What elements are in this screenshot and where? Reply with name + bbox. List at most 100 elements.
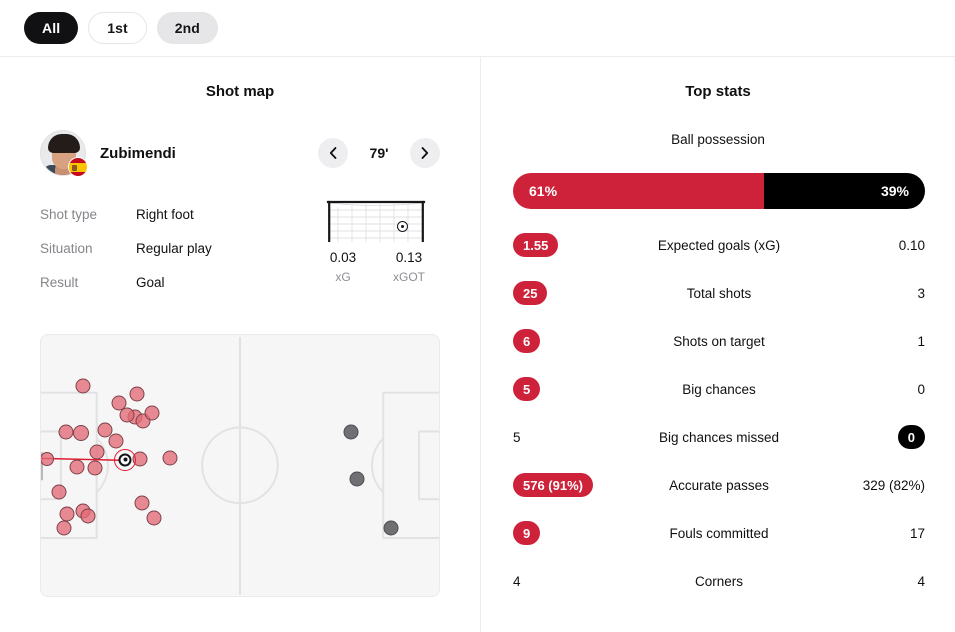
stat-value-right: 0 (815, 425, 925, 449)
shot-dot-home[interactable] (59, 506, 75, 522)
shot-dot-home[interactable] (87, 460, 103, 476)
goal-frame (326, 199, 426, 242)
stat-name: Big chances missed (658, 429, 780, 445)
shot-dot-home[interactable] (51, 484, 67, 500)
stat-row: 25 Total shots 3 (513, 269, 925, 317)
shot-dot-home[interactable] (41, 451, 54, 466)
xgot-label: xGOT (393, 270, 425, 284)
stat-row: 5 Big chances 0 (513, 365, 925, 413)
shot-dot-home[interactable] (129, 386, 145, 402)
stat-value-right: 1 (815, 334, 925, 349)
shot-dot-home[interactable] (56, 520, 72, 536)
tab-2nd-label: 2nd (174, 20, 200, 36)
stat-value-right: 3 (815, 286, 925, 301)
stat-name: Big chances (682, 381, 756, 397)
shot-dot-away[interactable] (383, 520, 399, 536)
shot-dot-home[interactable] (75, 378, 91, 394)
shot-dot-home[interactable] (72, 424, 89, 441)
shot-dot-home[interactable] (58, 424, 74, 440)
stats-list: 1.55 Expected goals (xG) 0.10 25 Total shots… (513, 221, 925, 605)
xg-values: 0.03 xG 0.13 xGOT (312, 242, 440, 284)
stat-plain-value: 0.10 (898, 237, 925, 253)
stat-value-left: 576 (91%) (513, 473, 623, 497)
stat-value-right: 0 (815, 382, 925, 397)
stat-plain-value: 1 (917, 333, 925, 349)
stat-plain-value: 0 (917, 381, 925, 397)
player-name: Zubimendi (100, 144, 176, 162)
goal-net-icon (326, 200, 426, 242)
xg-label: xG (335, 270, 351, 284)
possession-bar: 61% 39% (513, 173, 925, 209)
match-stats-page: All 1st 2nd Shot map Zubimendi 79' Shot … (0, 0, 955, 632)
detail-row-shot-type: Shot type Right foot (40, 197, 290, 231)
xgot-value: 0.13 (395, 250, 423, 265)
stat-badge: 5 (513, 377, 541, 401)
stat-badge: 9 (513, 521, 541, 545)
xgot-column: 0.13 xGOT (382, 250, 436, 284)
stat-row: 576 (91%) Accurate passes 329 (82%) (513, 461, 925, 509)
detail-label: Result (40, 274, 79, 290)
tab-2nd[interactable]: 2nd (156, 12, 218, 44)
stat-badge: 25 (513, 281, 548, 305)
stat-value-left: 4 (513, 574, 623, 589)
stat-name: Corners (694, 573, 743, 589)
shot-dot-home[interactable] (69, 459, 85, 475)
detail-row-result: Result Goal (40, 265, 290, 299)
stat-value-right: 0.10 (815, 238, 925, 253)
shot-detail: Shot type Right foot Situation Regular p… (40, 197, 440, 307)
stat-value-left: 6 (513, 329, 623, 353)
tab-1st[interactable]: 1st (88, 12, 147, 44)
shot-placement-icon (397, 221, 408, 232)
detail-value: Right foot (136, 206, 194, 222)
avatar[interactable] (40, 130, 88, 177)
shot-map-pitch[interactable] (40, 334, 440, 597)
tab-all[interactable]: All (24, 12, 79, 44)
shot-dot-home[interactable] (144, 405, 160, 421)
top-stats-title: Top stats (685, 83, 751, 100)
stat-value-left: 9 (513, 521, 623, 545)
stat-value-left: 5 (513, 430, 623, 445)
stat-plain-value: 4 (513, 573, 521, 589)
shot-dot-home[interactable] (89, 444, 105, 460)
shot-dot-home[interactable] (134, 495, 150, 511)
stat-row: 9 Fouls committed 17 (513, 509, 925, 557)
shot-dot-home[interactable] (108, 433, 124, 449)
xg-value: 0.03 (329, 250, 357, 265)
shot-dot-away[interactable] (343, 424, 359, 440)
stat-value-right: 4 (815, 574, 925, 589)
shot-detail-list: Shot type Right foot Situation Regular p… (40, 197, 290, 299)
detail-value: Regular play (136, 240, 212, 256)
stat-plain-value: 17 (909, 525, 925, 541)
possession-home-value: 61% (529, 183, 558, 199)
goal-frame-diagram: 0.03 xG 0.13 xGOT (312, 199, 440, 284)
detail-label: Shot type (40, 206, 98, 222)
chevron-right-icon[interactable] (410, 138, 440, 168)
stat-name: Fouls committed (669, 525, 769, 541)
stat-plain-value: 3 (917, 285, 925, 301)
stat-badge: 0 (897, 425, 925, 449)
shot-dot-home[interactable] (146, 510, 162, 526)
chevron-left-icon[interactable] (318, 138, 348, 168)
stat-value-right: 17 (815, 526, 925, 541)
selected-shot-marker[interactable] (114, 448, 137, 471)
shot-dot-home[interactable] (162, 450, 178, 466)
minute-navigation: 79' (318, 138, 440, 168)
detail-value: Goal (136, 274, 165, 290)
stat-value-right: 329 (82%) (815, 478, 925, 493)
player-row: Zubimendi 79' (0, 125, 480, 181)
xg-column: 0.03 xG (316, 250, 370, 284)
stat-row: 5 Big chances missed 0 (513, 413, 925, 461)
stat-row: 6 Shots on target 1 (513, 317, 925, 365)
shot-map-title: Shot map (205, 83, 275, 100)
spain-flag-icon (68, 157, 88, 177)
shot-map-panel: Shot map Zubimendi 79' Shot type Right f… (0, 57, 480, 632)
stat-badge: 6 (513, 329, 541, 353)
shot-dot-away[interactable] (349, 471, 365, 487)
period-tabbar: All 1st 2nd (0, 0, 955, 57)
stat-name: Total shots (686, 285, 752, 301)
shot-dot-home[interactable] (119, 407, 135, 423)
shot-dot-home[interactable] (80, 508, 96, 524)
tab-1st-label: 1st (107, 20, 128, 36)
top-stats-panel: Top stats Ball possession 61% 39% 1.55 Ex… (480, 57, 955, 632)
possession-away-value: 39% (880, 183, 909, 199)
